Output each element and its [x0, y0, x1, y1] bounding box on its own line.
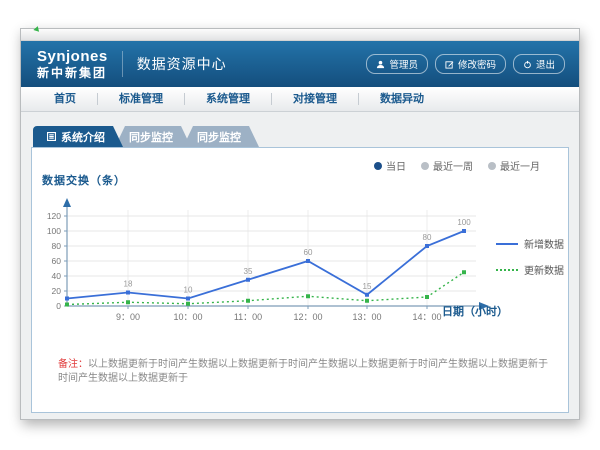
footnote: 备注：以上数据更新于时间产生数据以上数据更新于时间产生数据以上数据更新于时间产生…	[58, 358, 552, 386]
document-icon	[47, 132, 56, 141]
user-icon	[376, 60, 385, 69]
green-dotted-sample-icon	[496, 269, 518, 271]
radio-dot-icon	[488, 162, 496, 170]
svg-text:11：00: 11：00	[234, 312, 262, 322]
user-button-label: 管理员	[389, 57, 418, 71]
user-button[interactable]: 管理员	[366, 54, 428, 74]
tab-sync-monitor-1[interactable]: 同步监控	[115, 126, 191, 147]
svg-text:13：00: 13：00	[352, 312, 381, 322]
blue-line-sample-icon	[496, 243, 518, 245]
edit-icon	[445, 60, 454, 69]
tab-label: 同步监控	[129, 129, 173, 145]
tab-sync-monitor-2[interactable]: 同步监控	[183, 126, 259, 147]
legend-item-updated-data: 更新数据	[496, 262, 564, 277]
radio-dot-icon	[421, 162, 429, 170]
line-chart: 0 20 40 60 80 100 120 9：00 10：00 11：00 12：00 13：00 1…	[46, 182, 496, 327]
main-nav: 首页 标准管理 系统管理 对接管理 数据异动	[21, 87, 579, 112]
footnote-prefix: 备注：	[58, 359, 88, 370]
svg-text:20: 20	[52, 286, 62, 296]
svg-text:10：00: 10：00	[173, 312, 202, 322]
svg-text:0: 0	[56, 301, 61, 311]
logo: Synjones 新中新集团	[37, 49, 108, 79]
nav-item-standard-mgmt[interactable]: 标准管理	[97, 93, 184, 105]
nav-item-home[interactable]: 首页	[33, 93, 97, 105]
logout-label: 退出	[536, 57, 555, 71]
radio-last-month[interactable]: 最近一月	[488, 158, 540, 173]
radio-last-week[interactable]: 最近一周	[421, 158, 473, 173]
logout-button[interactable]: 退出	[513, 54, 565, 74]
footnote-text: 以上数据更新于时间产生数据以上数据更新于时间产生数据以上数据更新于时间产生数据以…	[58, 359, 548, 384]
range-filter: 当日 最近一周 最近一月	[374, 158, 540, 173]
header-actions: 管理员 修改密码 退出	[366, 54, 565, 74]
svg-text:80: 80	[423, 233, 432, 242]
nav-item-system-mgmt[interactable]: 系统管理	[184, 93, 271, 105]
power-icon	[523, 60, 532, 69]
svg-text:14：00: 14：00	[412, 312, 441, 322]
svg-text:15: 15	[363, 282, 372, 291]
logo-subtext: 新中新集团	[37, 67, 108, 79]
svg-text:12：00: 12：00	[293, 312, 322, 322]
screen: Synjones 新中新集团 数据资源中心 管理员 修改密码 退出	[0, 0, 600, 450]
content-area: 系统介绍 同步监控 同步监控 当日 最近一周	[21, 112, 579, 419]
radio-today[interactable]: 当日	[374, 158, 406, 173]
svg-text:10: 10	[184, 286, 193, 295]
app-header: Synjones 新中新集团 数据资源中心 管理员 修改密码 退出	[21, 41, 579, 87]
header-divider	[122, 51, 123, 77]
change-password-button[interactable]: 修改密码	[435, 54, 506, 74]
svg-text:9：00: 9：00	[116, 312, 140, 322]
svg-text:120: 120	[47, 211, 61, 221]
svg-text:80: 80	[52, 241, 62, 251]
chart-panel: 当日 最近一周 最近一月 数据交换（条） 0204060801001209：00…	[31, 147, 569, 413]
tab-label: 同步监控	[197, 129, 241, 145]
radio-dot-icon	[374, 162, 382, 170]
window-titlebar	[21, 29, 579, 41]
page-title: 数据资源中心	[137, 54, 227, 74]
svg-text:100: 100	[457, 218, 471, 227]
app-window: Synjones 新中新集团 数据资源中心 管理员 修改密码 退出	[20, 28, 580, 420]
legend-label: 更新数据	[524, 262, 564, 277]
svg-text:60: 60	[304, 248, 313, 257]
chart-legend: 新增数据 更新数据	[496, 236, 564, 288]
svg-text:100: 100	[47, 226, 61, 236]
x-axis-title: 日期（小时）	[442, 303, 508, 319]
tab-system-intro[interactable]: 系统介绍	[33, 126, 123, 147]
tab-bar: 系统介绍 同步监控 同步监控	[21, 112, 579, 147]
radio-label: 最近一周	[433, 158, 473, 173]
radio-label: 当日	[386, 158, 406, 173]
radio-label: 最近一月	[500, 158, 540, 173]
svg-text:18: 18	[124, 280, 133, 289]
svg-text:35: 35	[244, 267, 253, 276]
change-password-label: 修改密码	[458, 57, 496, 71]
logo-text: Synjones	[37, 49, 108, 64]
svg-text:60: 60	[52, 256, 62, 266]
nav-item-data-change[interactable]: 数据异动	[358, 93, 445, 105]
svg-text:40: 40	[52, 271, 62, 281]
tab-label: 系统介绍	[61, 129, 105, 145]
legend-item-new-data: 新增数据	[496, 236, 564, 251]
nav-item-interface-mgmt[interactable]: 对接管理	[271, 93, 358, 105]
legend-label: 新增数据	[524, 236, 564, 251]
